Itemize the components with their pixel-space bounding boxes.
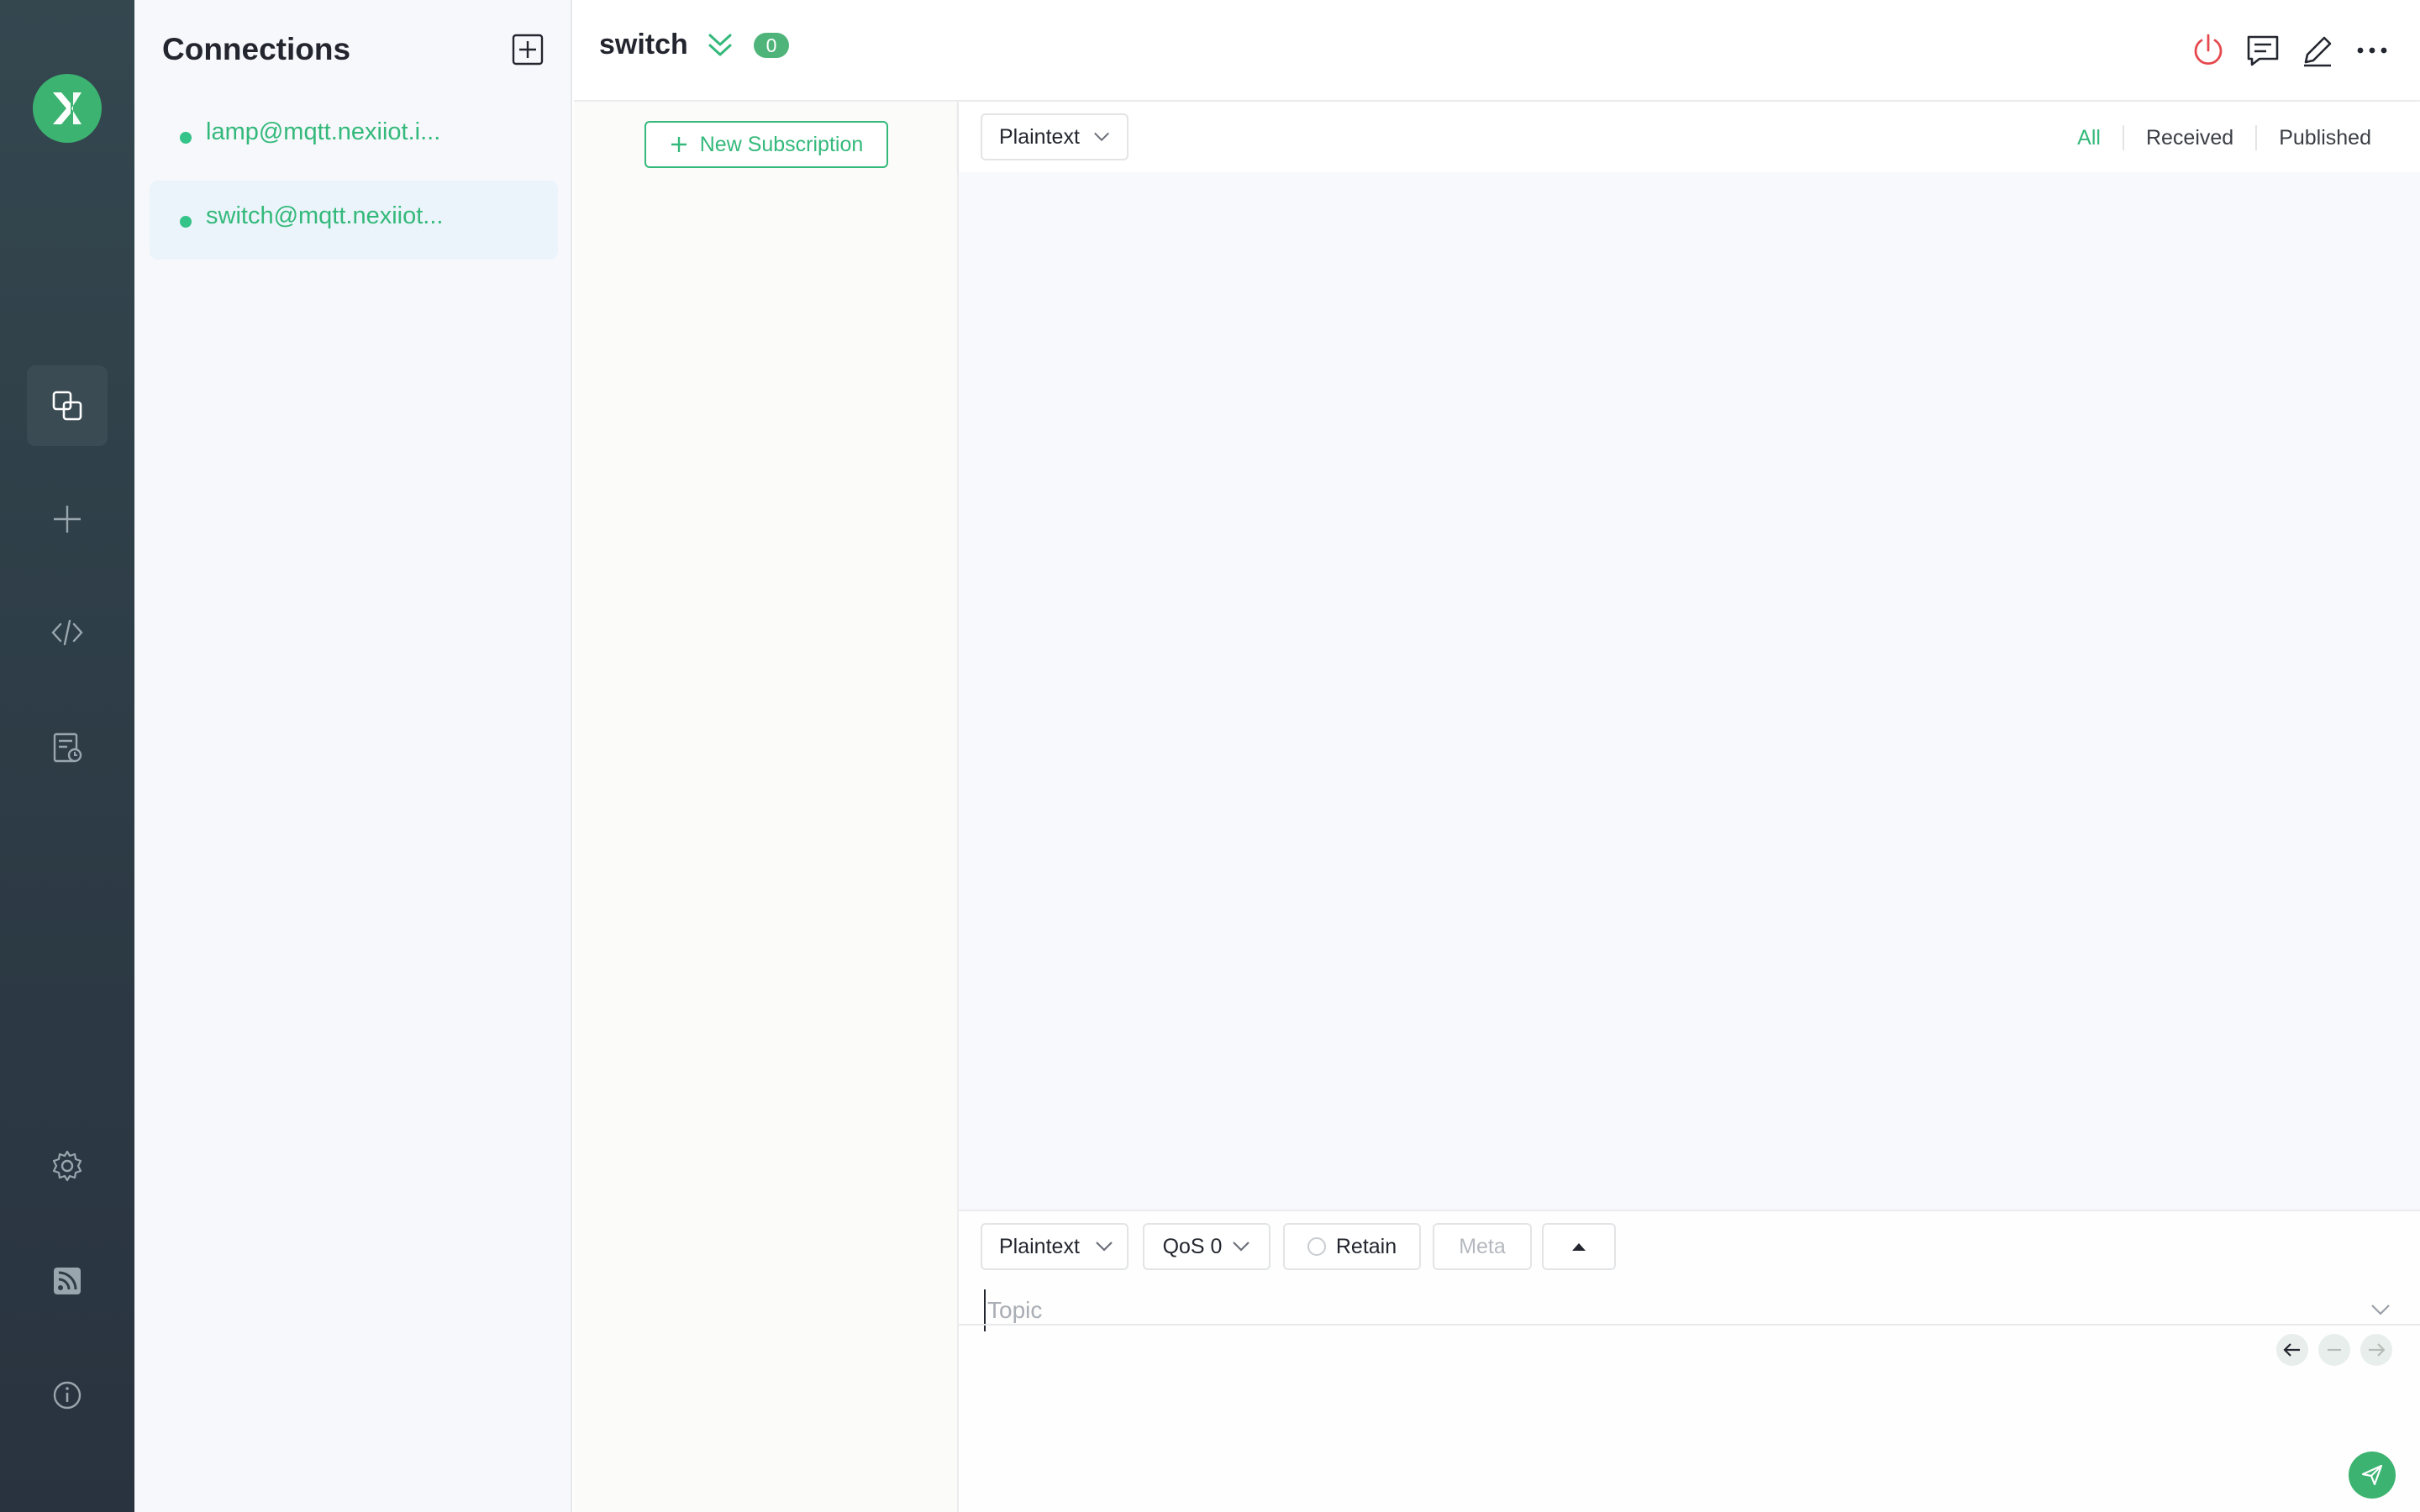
publish-panel: Plaintext QoS 0 Retain Meta: [959, 1210, 2420, 1512]
connection-name: switch@mqtt.nexiiot...: [206, 202, 444, 229]
power-icon[interactable]: [2190, 32, 2227, 69]
arrow-right-icon: [2369, 1343, 2386, 1357]
chevron-down-icon: [1233, 1242, 1250, 1252]
expand-publish-button[interactable]: [1542, 1223, 1616, 1270]
retain-toggle[interactable]: Retain: [1283, 1223, 1421, 1270]
publish-format-select[interactable]: Plaintext: [981, 1223, 1128, 1270]
connection-item-lamp[interactable]: lamp@mqtt.nexiiot.i...: [150, 97, 558, 176]
publish-divider: [959, 1324, 2420, 1326]
filter-received[interactable]: Received: [2122, 125, 2255, 150]
arrow-left-icon: [2283, 1343, 2300, 1357]
rss-icon: [54, 1268, 81, 1294]
messages-list: [959, 172, 2420, 1210]
message-filter-tabs: All Received Published: [2055, 125, 2393, 150]
rail-new-connection-button[interactable]: [27, 479, 108, 559]
connections-panel: Connections lamp@mqtt.nexiiot.i... switc…: [134, 0, 572, 1512]
connection-status-dot: [180, 216, 192, 228]
connection-title: switch: [599, 29, 688, 60]
meta-label: Meta: [1459, 1234, 1506, 1258]
more-icon[interactable]: [2354, 32, 2391, 69]
meta-button[interactable]: Meta: [1433, 1223, 1532, 1270]
send-icon: [2361, 1464, 2383, 1486]
chevron-down-icon: [1096, 1242, 1113, 1252]
chevron-down-icon: [1094, 132, 1109, 142]
connections-title: Connections: [162, 32, 351, 66]
mqttx-logo-icon: [33, 74, 102, 143]
history-prev-button[interactable]: [2276, 1334, 2308, 1366]
filter-all[interactable]: All: [2055, 125, 2123, 150]
history-next-button[interactable]: [2360, 1334, 2392, 1366]
add-connection-icon[interactable]: [512, 34, 544, 66]
caret-up-icon: [1572, 1243, 1586, 1251]
message-format-value: Plaintext: [999, 124, 1080, 149]
qos-value: QoS 0: [1162, 1234, 1223, 1258]
history-clear-button[interactable]: [2318, 1334, 2350, 1366]
connection-item-switch[interactable]: switch@mqtt.nexiiot...: [150, 181, 558, 260]
filter-published[interactable]: Published: [2255, 125, 2393, 150]
connection-status-dot: [180, 132, 192, 144]
nav-rail: [0, 0, 134, 1512]
connection-topbar: switch 0: [574, 0, 2420, 102]
chat-icon[interactable]: [2244, 32, 2281, 69]
send-message-button[interactable]: [2349, 1452, 2396, 1499]
rail-settings-button[interactable]: [27, 1126, 108, 1206]
rail-about-button[interactable]: [27, 1355, 108, 1436]
rail-connections-button[interactable]: [27, 365, 108, 446]
qos-select[interactable]: QoS 0: [1143, 1223, 1270, 1270]
rail-log-button[interactable]: [27, 707, 108, 788]
publish-format-value: Plaintext: [999, 1234, 1080, 1258]
plus-icon: [671, 137, 687, 152]
retain-radio-icon: [1307, 1237, 1326, 1256]
rail-script-button[interactable]: [27, 592, 108, 673]
retain-label: Retain: [1335, 1234, 1397, 1258]
info-icon: [53, 1381, 82, 1410]
connections-icon: [52, 391, 82, 421]
new-subscription-label: New Subscription: [699, 132, 864, 156]
plus-icon: [54, 506, 81, 533]
messages-header: Plaintext All Received Published: [959, 102, 2420, 172]
gear-icon: [52, 1150, 82, 1182]
minus-icon: [2328, 1348, 2341, 1352]
collapse-chevrons-icon[interactable]: [705, 32, 735, 59]
connection-name: lamp@mqtt.nexiiot.i...: [206, 118, 441, 145]
subscriptions-panel: New Subscription: [574, 102, 959, 1512]
new-subscription-button[interactable]: New Subscription: [644, 121, 888, 168]
code-icon: [51, 619, 83, 646]
message-format-select[interactable]: Plaintext: [981, 113, 1128, 160]
edit-icon[interactable]: [2299, 32, 2336, 69]
message-count-badge: 0: [754, 33, 789, 58]
topic-history-chevron-icon[interactable]: [2370, 1303, 2391, 1316]
rail-subscribe-feed-button[interactable]: [27, 1241, 108, 1321]
log-icon: [53, 732, 82, 763]
